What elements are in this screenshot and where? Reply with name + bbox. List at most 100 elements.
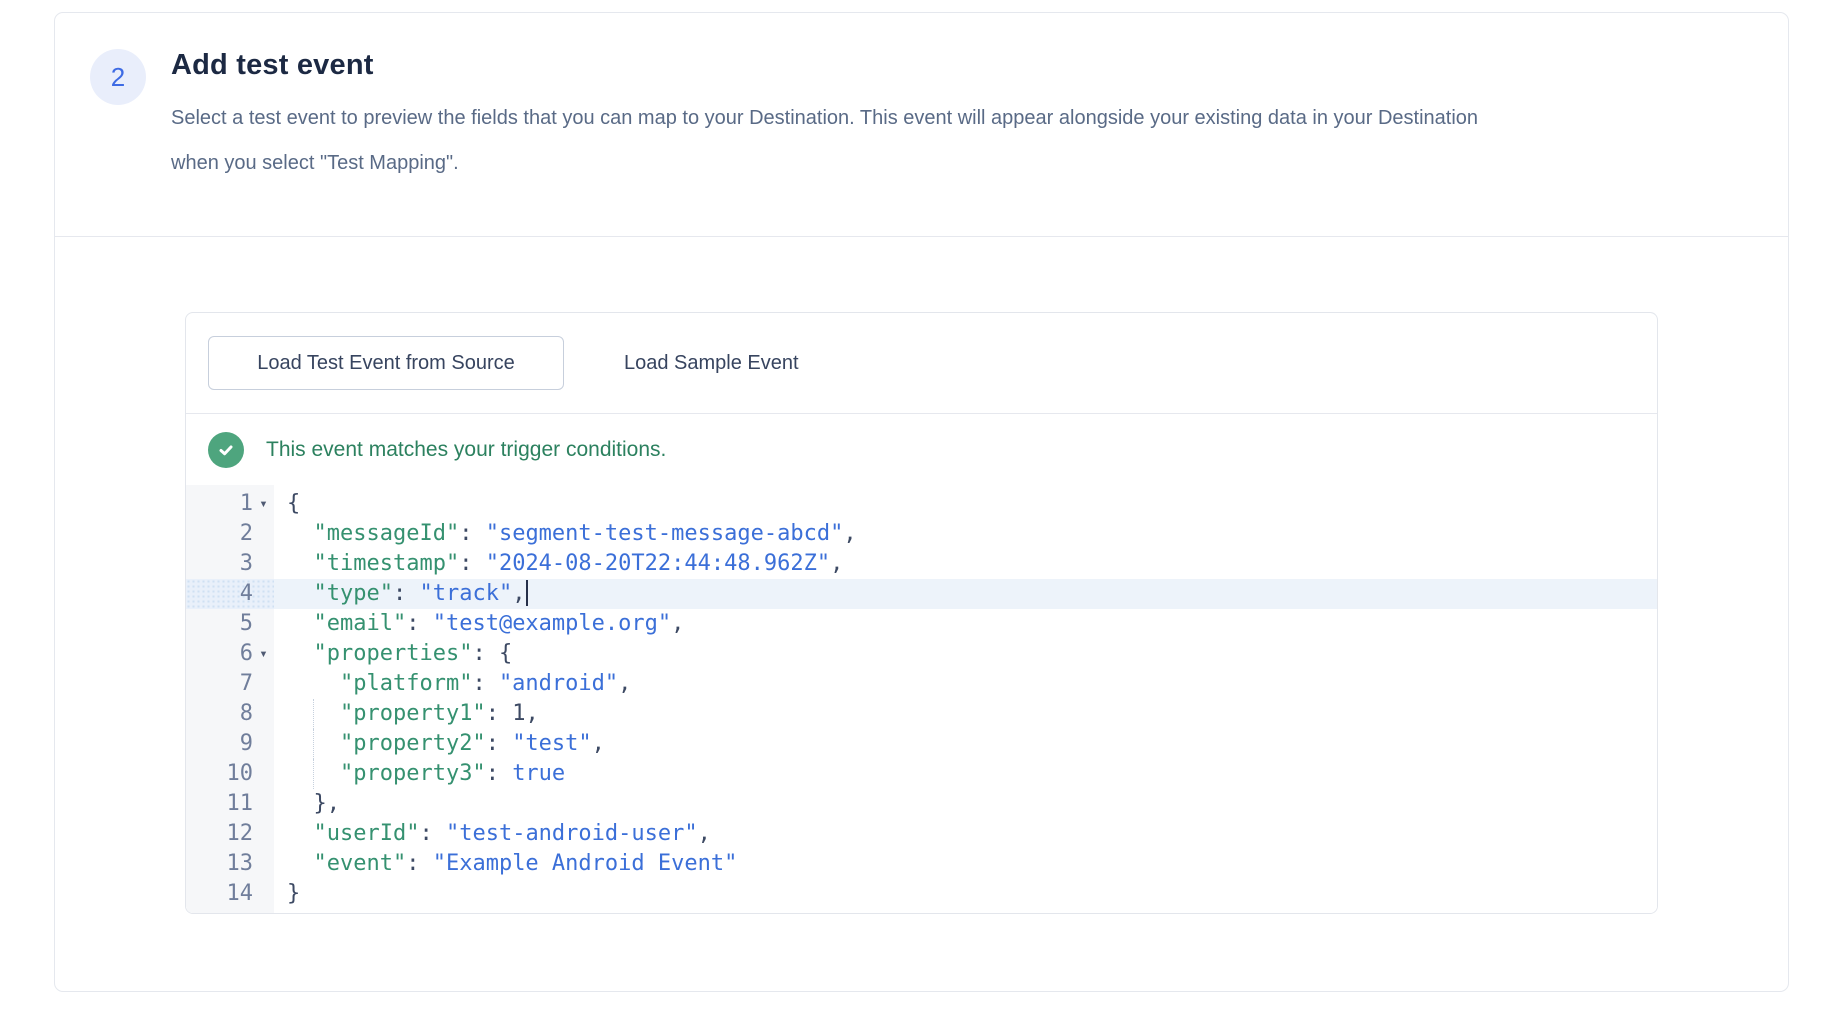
token-punc: : xyxy=(472,671,499,696)
fold-spacer xyxy=(253,789,274,819)
line-number: 6 xyxy=(186,639,253,669)
token-punc: : { xyxy=(472,641,512,666)
gutter-cell: 10 xyxy=(186,759,274,789)
code-line-2[interactable]: 2 "messageId": "segment-test-message-abc… xyxy=(186,519,1657,549)
token-punc: , xyxy=(592,731,605,756)
token-punc: : xyxy=(459,521,486,546)
code-line-11[interactable]: 11 }, xyxy=(186,789,1657,819)
code-lines: 1▾{2 "messageId": "segment-test-message-… xyxy=(186,489,1657,909)
code-line-7[interactable]: 7 "platform": "android", xyxy=(186,669,1657,699)
token-punc: : xyxy=(459,551,486,576)
test-event-panel: Load Test Event from Source Load Sample … xyxy=(185,312,1658,914)
token-str: "test-android-user" xyxy=(446,821,698,846)
token-str: "android" xyxy=(499,671,618,696)
line-number: 5 xyxy=(186,609,253,639)
line-number: 3 xyxy=(186,549,253,579)
token-punc: , xyxy=(843,521,856,546)
token-punc: , xyxy=(618,671,631,696)
code-line-content: "event": "Example Android Event" xyxy=(274,849,1657,879)
code-line-14[interactable]: 14} xyxy=(186,879,1657,909)
code-line-13[interactable]: 13 "event": "Example Android Event" xyxy=(186,849,1657,879)
code-line-content: "property1": 1, xyxy=(274,699,1657,729)
line-number: 13 xyxy=(186,849,253,879)
code-line-content: "email": "test@example.org", xyxy=(274,609,1657,639)
gutter-cell: 14 xyxy=(186,879,274,909)
code-line-4[interactable]: 4 "type": "track", xyxy=(186,579,1657,609)
fold-arrow-icon[interactable]: ▾ xyxy=(253,639,274,669)
fold-spacer xyxy=(253,729,274,759)
token-punc: : xyxy=(406,611,433,636)
code-line-content: "type": "track", xyxy=(274,579,1657,609)
fold-spacer xyxy=(253,549,274,579)
gutter-cell: 12 xyxy=(186,819,274,849)
token-key: "userId" xyxy=(314,821,420,846)
code-line-content: "messageId": "segment-test-message-abcd"… xyxy=(274,519,1657,549)
line-number: 7 xyxy=(186,669,253,699)
fold-spacer xyxy=(253,519,274,549)
trigger-status-row: This event matches your trigger conditio… xyxy=(186,414,1657,485)
token-punc: , xyxy=(525,701,538,726)
token-key: "property1" xyxy=(340,701,486,726)
line-number: 2 xyxy=(186,519,253,549)
code-line-8[interactable]: 8 "property1": 1, xyxy=(186,699,1657,729)
fold-spacer xyxy=(253,699,274,729)
code-line-12[interactable]: 12 "userId": "test-android-user", xyxy=(186,819,1657,849)
code-line-content: "properties": { xyxy=(274,639,1657,669)
token-str: "2024-08-20T22:44:48.962Z" xyxy=(486,551,830,576)
code-line-9[interactable]: 9 "property2": "test", xyxy=(186,729,1657,759)
token-punc: }, xyxy=(287,791,340,816)
line-number: 8 xyxy=(186,699,253,729)
fold-arrow-icon[interactable]: ▾ xyxy=(253,489,274,519)
code-line-6[interactable]: 6▾ "properties": { xyxy=(186,639,1657,669)
json-code-editor[interactable]: 1▾{2 "messageId": "segment-test-message-… xyxy=(186,485,1657,914)
gutter-cell: 7 xyxy=(186,669,274,699)
event-toolbar: Load Test Event from Source Load Sample … xyxy=(186,313,1657,413)
token-key: "properties" xyxy=(314,641,473,666)
load-test-event-button[interactable]: Load Test Event from Source xyxy=(208,336,564,390)
token-str: "segment-test-message-abcd" xyxy=(486,521,844,546)
gutter-cell: 4 xyxy=(186,579,274,609)
fold-spacer xyxy=(253,819,274,849)
token-key: "timestamp" xyxy=(314,551,460,576)
token-punc xyxy=(287,521,314,546)
token-punc: , xyxy=(512,581,525,606)
token-punc xyxy=(287,821,314,846)
indent-guide xyxy=(313,699,314,729)
token-punc xyxy=(287,851,314,876)
gutter-cell: 8 xyxy=(186,699,274,729)
line-number: 1 xyxy=(186,489,253,519)
fold-spacer xyxy=(253,609,274,639)
code-line-10[interactable]: 10 "property3": true xyxy=(186,759,1657,789)
code-line-content: { xyxy=(274,489,1657,519)
token-punc xyxy=(287,671,340,696)
token-punc: : xyxy=(419,821,446,846)
code-line-1[interactable]: 1▾{ xyxy=(186,489,1657,519)
token-str: "track" xyxy=(419,581,512,606)
token-punc xyxy=(287,581,314,606)
token-punc: : xyxy=(406,851,433,876)
add-test-event-card: 2 Add test event Select a test event to … xyxy=(54,12,1789,992)
step-header: 2 Add test event Select a test event to … xyxy=(55,13,1788,186)
gutter-cell: 2 xyxy=(186,519,274,549)
fold-spacer xyxy=(253,849,274,879)
code-line-5[interactable]: 5 "email": "test@example.org", xyxy=(186,609,1657,639)
page: 2 Add test event Select a test event to … xyxy=(0,0,1822,1036)
gutter-cell: 3 xyxy=(186,549,274,579)
token-key: "event" xyxy=(314,851,407,876)
line-number: 12 xyxy=(186,819,253,849)
token-punc: , xyxy=(698,821,711,846)
step-header-text: Add test event Select a test event to pr… xyxy=(171,47,1516,186)
token-str: "test@example.org" xyxy=(433,611,671,636)
fold-spacer xyxy=(253,579,274,609)
gutter-cell: 11 xyxy=(186,789,274,819)
gutter-cell: 5 xyxy=(186,609,274,639)
text-cursor xyxy=(526,580,528,606)
token-key: "property3" xyxy=(340,761,486,786)
code-line-content: "property3": true xyxy=(274,759,1657,789)
gutter-cell: 6▾ xyxy=(186,639,274,669)
load-sample-event-button[interactable]: Load Sample Event xyxy=(624,352,799,375)
header-divider xyxy=(55,236,1788,237)
token-punc: } xyxy=(287,881,300,906)
token-punc: , xyxy=(830,551,843,576)
code-line-3[interactable]: 3 "timestamp": "2024-08-20T22:44:48.962Z… xyxy=(186,549,1657,579)
